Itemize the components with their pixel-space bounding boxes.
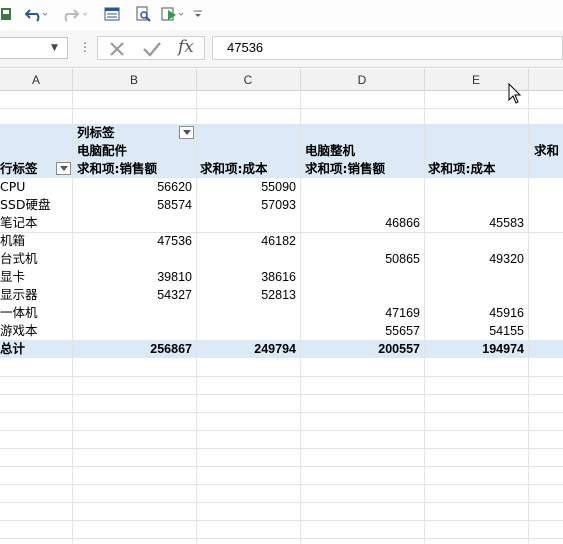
pivot-value-cell[interactable]: 58574 — [72, 196, 192, 214]
pivot-value-cell[interactable]: 45916 — [424, 304, 524, 322]
pivot-measure-header-partial: 求和 — [534, 143, 560, 158]
grid-row — [0, 448, 563, 467]
pivot-total-cell[interactable]: 256867 — [72, 340, 192, 358]
grid-row — [0, 376, 563, 395]
pivot-row-label: SSD硬盘 — [0, 197, 51, 212]
pivot-value-cell[interactable]: 56620 — [72, 178, 192, 196]
column-headers: A B C D E — [0, 69, 563, 91]
filter-dropdown-icon[interactable] — [56, 162, 71, 175]
pivot-measure-header: 求和项:成本 — [200, 161, 268, 176]
pivot-total-cell[interactable]: 249794 — [196, 340, 296, 358]
print-preview-icon[interactable] — [134, 4, 152, 24]
pivot-row-labels-caption: 行标签 — [0, 161, 38, 176]
formula-input[interactable]: 47536 — [212, 36, 563, 60]
pivot-total-cell[interactable]: 194974 — [424, 340, 524, 358]
chevron-down-icon[interactable]: ▼ — [51, 43, 58, 53]
column-header-c[interactable]: C — [196, 69, 301, 91]
filter-dropdown-icon[interactable] — [179, 126, 194, 139]
formula-buttons: fx — [97, 36, 205, 60]
grid-row — [0, 466, 563, 485]
pivot-total-cell[interactable]: 200557 — [300, 340, 420, 358]
save-icon[interactable] — [0, 4, 14, 24]
pivot-measure-header: 求和项:销售额 — [305, 161, 385, 176]
pivot-measure-header: 求和项:销售额 — [77, 161, 157, 176]
pivot-value-cell[interactable]: 57093 — [196, 196, 296, 214]
pivot-value-cell[interactable]: 54155 — [424, 322, 524, 340]
grid-row — [0, 520, 563, 539]
pivot-row-label: 显示器 — [0, 287, 38, 302]
column-header-a[interactable]: A — [0, 69, 73, 91]
pivot-value-cell[interactable]: 46866 — [300, 214, 420, 232]
pivot-value-cell[interactable]: 45583 — [424, 214, 524, 232]
pivot-grand-total-label: 总计 — [0, 341, 26, 356]
enter-icon[interactable] — [142, 40, 162, 62]
pivot-row-label: CPU — [0, 179, 26, 194]
grid-row — [0, 484, 563, 503]
grid-row — [0, 394, 563, 413]
formula-bar: ▼ ⋮ fx 47536 — [0, 30, 563, 68]
customize-toolbar-icon[interactable] — [192, 4, 204, 24]
pivot-value-cell[interactable]: 49320 — [424, 250, 524, 268]
pivot-row-label: 游戏本 — [0, 323, 38, 338]
grid-row — [0, 358, 563, 377]
pivot-row-label: 一体机 — [0, 305, 38, 320]
grid-column-line — [196, 91, 197, 544]
pivot-value-cell[interactable]: 54327 — [72, 286, 192, 304]
pivot-value-cell[interactable]: 52813 — [196, 286, 296, 304]
mouse-cursor-icon — [508, 82, 522, 109]
pivot-value-cell[interactable]: 39810 — [72, 268, 192, 286]
redo-icon[interactable] — [62, 4, 88, 24]
run-icon[interactable] — [160, 4, 186, 24]
pivot-column-labels-caption: 列标签 — [77, 125, 115, 140]
name-box[interactable]: ▼ — [0, 37, 68, 59]
cancel-icon[interactable] — [108, 40, 126, 62]
form-icon[interactable] — [103, 4, 121, 24]
pivot-group-2-name: 电脑整机 — [305, 143, 356, 158]
undo-icon[interactable] — [24, 4, 48, 24]
column-header-d[interactable]: D — [300, 69, 425, 91]
insert-function-icon[interactable]: fx — [178, 37, 194, 57]
quick-access-toolbar — [0, 0, 563, 30]
grid-row — [0, 502, 563, 521]
grid-column-line — [72, 91, 73, 544]
pivot-row-label: 机箱 — [0, 233, 26, 248]
pivot-value-cell[interactable]: 47169 — [300, 304, 420, 322]
pivot-row-label: 台式机 — [0, 251, 38, 266]
grid-row — [0, 412, 563, 431]
pivot-group-1-name: 电脑配件 — [77, 143, 128, 158]
pivot-row-label: 显卡 — [0, 269, 26, 284]
pivot-value-cell[interactable]: 55090 — [196, 178, 296, 196]
splitter-icon[interactable]: ⋮ — [79, 40, 91, 54]
pivot-value-cell[interactable]: 55657 — [300, 322, 420, 340]
column-header-f[interactable] — [528, 69, 563, 91]
grid-column-line — [528, 91, 529, 544]
column-header-b[interactable]: B — [72, 69, 197, 91]
pivot-value-cell[interactable]: 50865 — [300, 250, 420, 268]
grid-row — [0, 430, 563, 449]
pivot-value-cell[interactable]: 38616 — [196, 268, 296, 286]
pivot-value-cell[interactable]: 46182 — [196, 232, 296, 250]
pivot-row-label: 笔记本 — [0, 215, 38, 230]
pivot-measure-header: 求和项:成本 — [428, 161, 496, 176]
pivot-value-cell[interactable]: 47536 — [72, 232, 192, 250]
